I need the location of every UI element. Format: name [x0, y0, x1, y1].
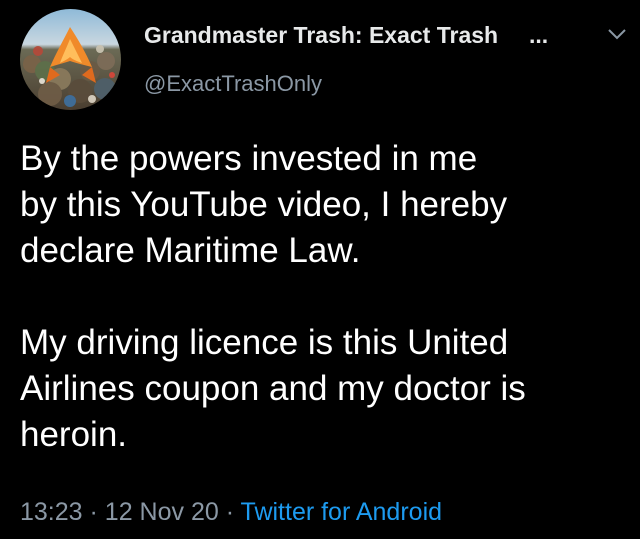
meta-separator: · — [225, 498, 235, 526]
tweet-line: heroin. — [20, 415, 128, 454]
display-name-truncation: ... — [529, 22, 549, 48]
tweet-text: By the powers invested in me by this You… — [20, 136, 620, 458]
chevron-down-icon[interactable] — [606, 26, 628, 42]
tweet-line: declare Maritime Law. — [20, 231, 361, 270]
tweet: Grandmaster Trash: Exact Trash ... @Exac… — [0, 0, 640, 539]
display-name[interactable]: Grandmaster Trash: Exact Trash — [144, 22, 498, 49]
tweet-paragraph-2: My driving licence is this United Airlin… — [20, 320, 620, 458]
tweet-line: By the powers invested in me — [20, 139, 478, 178]
meta-separator: · — [89, 498, 98, 526]
tweet-line: Airlines coupon and my doctor is — [20, 369, 526, 408]
tweet-line: My driving licence is this United — [20, 323, 509, 362]
avatar-trash-pile-icon — [20, 9, 121, 110]
tweet-paragraph-1: By the powers invested in me by this You… — [20, 136, 620, 274]
tweet-date[interactable]: 12 Nov 20 — [105, 498, 219, 526]
tweet-time[interactable]: 13:23 — [20, 498, 83, 526]
tweet-source-link[interactable]: Twitter for Android — [241, 498, 442, 526]
tweet-meta: 13:23 · 12 Nov 20 · Twitter for Android — [20, 498, 442, 527]
avatar[interactable] — [20, 9, 121, 110]
tweet-line: by this YouTube video, I hereby — [20, 185, 508, 224]
user-handle[interactable]: @ExactTrashOnly — [144, 71, 322, 97]
